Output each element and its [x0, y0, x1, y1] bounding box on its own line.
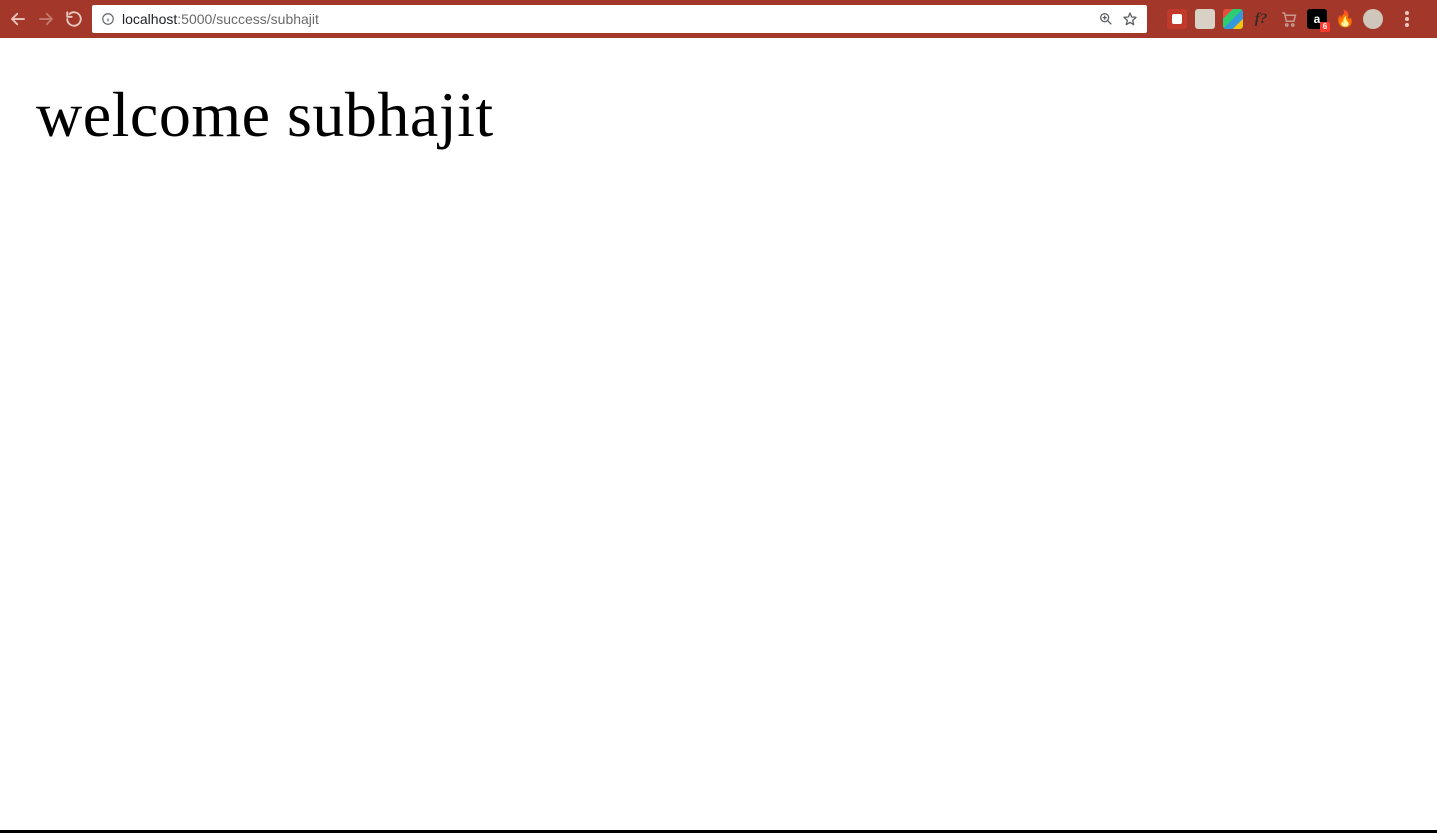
page-content: welcome subhajit — [0, 38, 1437, 833]
extension-cloud-icon[interactable] — [1363, 9, 1383, 29]
welcome-heading: welcome subhajit — [36, 78, 1401, 152]
extension-function-icon[interactable]: f? — [1251, 9, 1271, 29]
zoom-icon[interactable] — [1097, 10, 1115, 28]
reload-button[interactable] — [62, 7, 86, 31]
url-host: localhost — [122, 11, 177, 27]
back-button[interactable] — [6, 7, 30, 31]
extension-fire-icon[interactable]: 🔥 — [1335, 9, 1355, 29]
url-text[interactable]: localhost:5000/success/subhajit — [122, 11, 1091, 27]
extensions-area: f? a 6 🔥 — [1157, 7, 1423, 31]
extension-ublock-icon[interactable] — [1167, 9, 1187, 29]
forward-button[interactable] — [34, 7, 58, 31]
browser-menu-button[interactable] — [1395, 7, 1419, 31]
site-info-icon[interactable] — [100, 11, 116, 27]
address-bar[interactable]: localhost:5000/success/subhajit — [92, 5, 1147, 33]
extension-cart-icon[interactable] — [1279, 9, 1299, 29]
extension-amazon-icon[interactable]: a 6 — [1307, 9, 1327, 29]
extension-cube-icon[interactable] — [1195, 9, 1215, 29]
url-path: :5000/success/subhajit — [177, 11, 319, 27]
extension-colorwheel-icon[interactable] — [1223, 9, 1243, 29]
bookmark-star-icon[interactable] — [1121, 10, 1139, 28]
extension-amazon-badge: 6 — [1320, 22, 1330, 32]
browser-toolbar: localhost:5000/success/subhajit f? — [0, 0, 1437, 38]
